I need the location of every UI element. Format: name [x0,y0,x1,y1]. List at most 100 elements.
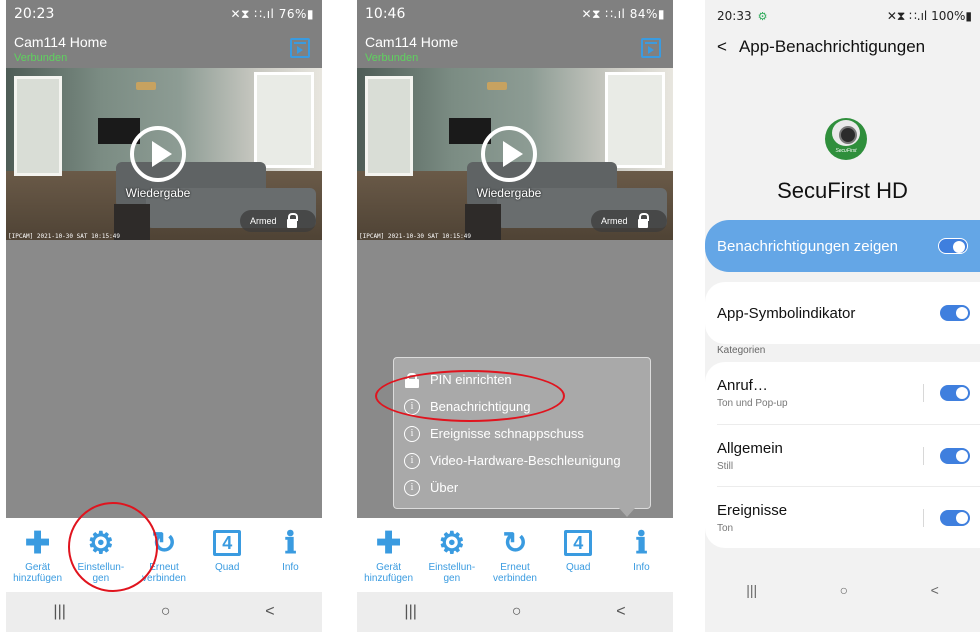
app-badge-label: App-Symbolindikator [717,304,856,322]
lock-icon [286,212,298,228]
badge-card: App-Symbolindikator [705,282,980,344]
armed-label: Armed [250,216,277,226]
recent-apps-button[interactable]: ||| [404,603,416,621]
back-arrow-icon[interactable]: < [717,37,727,57]
category-toggle[interactable] [940,509,970,526]
camera-video-thumbnail[interactable]: Wiedergabe Armed [IPCAM] 2021-10-30 SAT … [357,68,673,240]
category-toggle[interactable] [940,447,970,464]
plus-icon: ✚ [25,526,51,560]
armed-badge[interactable]: Armed [591,210,667,232]
info-circle-icon: i [404,452,420,469]
menu-item-event-snapshot[interactable]: i Ereignisse schnappschuss [404,420,640,447]
armed-label: Armed [601,216,628,226]
gear-icon: ⚙ [757,10,768,23]
add-device-label: Gerät hinzufügen [364,562,414,584]
home-button[interactable]: ○ [161,603,171,621]
add-device-button[interactable]: ✚ Gerät hinzufügen [6,518,69,592]
playback-calendar-icon[interactable] [290,38,310,58]
categories-header: Kategorien [717,345,766,356]
app-brand: SecuFirst [835,148,857,154]
quad-button[interactable]: 4 Quad [547,518,610,592]
settings-button[interactable]: ⚙ Einstellun- gen [420,518,483,592]
home-button[interactable]: ○ [840,582,848,598]
camera-header: Cam114 Home Verbunden [357,28,673,68]
bottom-toolbar: ✚ Gerät hinzufügen ⚙ Einstellun- gen ↻ E… [6,518,322,592]
info-button[interactable]: ℹ Info [259,518,322,592]
quad-label: Quad [214,562,240,573]
menu-item-about[interactable]: i Über [404,474,640,501]
menu-item-label: Über [430,480,459,495]
category-row-general[interactable]: Allgemein Still [717,424,980,486]
camera-title: Cam114 Home [365,34,459,50]
camera-header: Cam114 Home Verbunden [6,28,322,68]
category-row-call[interactable]: Anruf… Ton und Pop-up [705,362,980,424]
armed-badge[interactable]: Armed [240,210,316,232]
info-icon: ℹ [284,526,297,560]
back-button[interactable]: < [931,582,939,598]
back-button[interactable]: < [265,603,274,621]
category-sub: Ton [717,522,734,534]
info-label: Info [633,562,650,573]
camera-video-thumbnail[interactable]: Wiedergabe Armed [IPCAM] 2021-10-30 SAT … [6,68,322,240]
system-nav-bar: ||| ○ < [357,592,673,632]
play-icon[interactable] [481,126,537,182]
category-sub: Ton und Pop-up [717,398,788,409]
app-name: SecuFirst HD [777,178,908,203]
show-notifications-row[interactable]: Benachrichtigungen zeigen [705,220,980,272]
status-time: 20:23 [14,6,55,22]
category-sub: Still [717,460,734,472]
status-time: 10:46 [365,6,406,22]
category-row-events[interactable]: Ereignisse Ton [717,486,980,548]
show-notifications-toggle[interactable] [938,238,968,254]
reconnect-label: Erneut verbinden [493,562,537,584]
quad-label: Quad [565,562,591,573]
divider [923,447,924,465]
phone-screen-info-menu: 10:46 ✕⧗ ∷.ıl 84%▮ Cam114 Home Verbunden… [357,0,673,632]
gear-icon: ⚙ [438,526,466,560]
menu-item-hw-acceleration[interactable]: i Video-Hardware-Beschleunigung [404,447,640,474]
playback-calendar-icon[interactable] [641,38,661,58]
status-icons: ✕⧗ ∷.ıl 84%▮ [581,6,665,21]
info-label: Info [282,562,299,573]
reconnect-button[interactable]: ↻ Erneut verbinden [483,518,546,592]
status-bar: 10:46 ✕⧗ ∷.ıl 84%▮ [357,0,673,28]
menu-item-label: Ereignisse schnappschuss [430,426,584,441]
status-time: 20:33 [717,9,752,23]
play-label: Wiedergabe [476,186,542,200]
quad-button[interactable]: 4 Quad [196,518,259,592]
categories-card: Anruf… Ton und Pop-up Allgemein Still Er… [705,362,980,548]
category-label: Ereignisse [717,501,788,519]
back-button[interactable]: < [616,603,625,621]
bottom-toolbar: ✚ Gerät hinzufügen ⚙ Einstellun- gen ↻ E… [357,518,673,592]
status-bar: 20:33 ⚙ ✕⧗ ∷.ıl 100%▮ [705,0,980,32]
highlight-ellipse [375,370,565,422]
app-icon: SecuFirst [825,118,867,160]
popup-pointer [619,508,635,517]
connection-status: Verbunden [14,52,68,64]
app-badge-toggle[interactable] [940,305,970,321]
empty-device-area [6,240,322,518]
info-circle-icon: i [404,479,420,496]
category-label: Anruf… [717,377,768,394]
phone-screen-app-notifications: 20:33 ⚙ ✕⧗ ∷.ıl 100%▮ < App-Benachrichtig… [705,0,980,632]
info-button[interactable]: ℹ Info [610,518,673,592]
home-button[interactable]: ○ [512,603,522,621]
divider [923,384,924,402]
app-badge-row[interactable]: App-Symbolindikator [705,282,980,344]
recent-apps-button[interactable]: ||| [746,582,757,598]
recent-apps-button[interactable]: ||| [53,603,65,621]
phone-screen-camera-view: 20:23 ✕⧗ ∷.ıl 76%▮ Cam114 Home Verbunden… [6,0,322,632]
category-toggle[interactable] [940,385,970,401]
play-label: Wiedergabe [125,186,191,200]
video-timestamp: [IPCAM] 2021-10-30 SAT 10:15:49 [359,233,471,240]
show-notifications-label: Benachrichtigungen zeigen [717,237,898,255]
info-icon: ℹ [635,526,648,560]
camera-title: Cam114 Home [14,34,108,50]
divider [923,509,924,527]
play-icon[interactable] [130,126,186,182]
add-device-label: Gerät hinzufügen [13,562,63,584]
quad-icon: 4 [564,530,593,556]
status-icons: ✕⧗ ∷.ıl 100%▮ [886,8,972,23]
page-header: < App-Benachrichtigungen [705,32,980,62]
add-device-button[interactable]: ✚ Gerät hinzufügen [357,518,420,592]
